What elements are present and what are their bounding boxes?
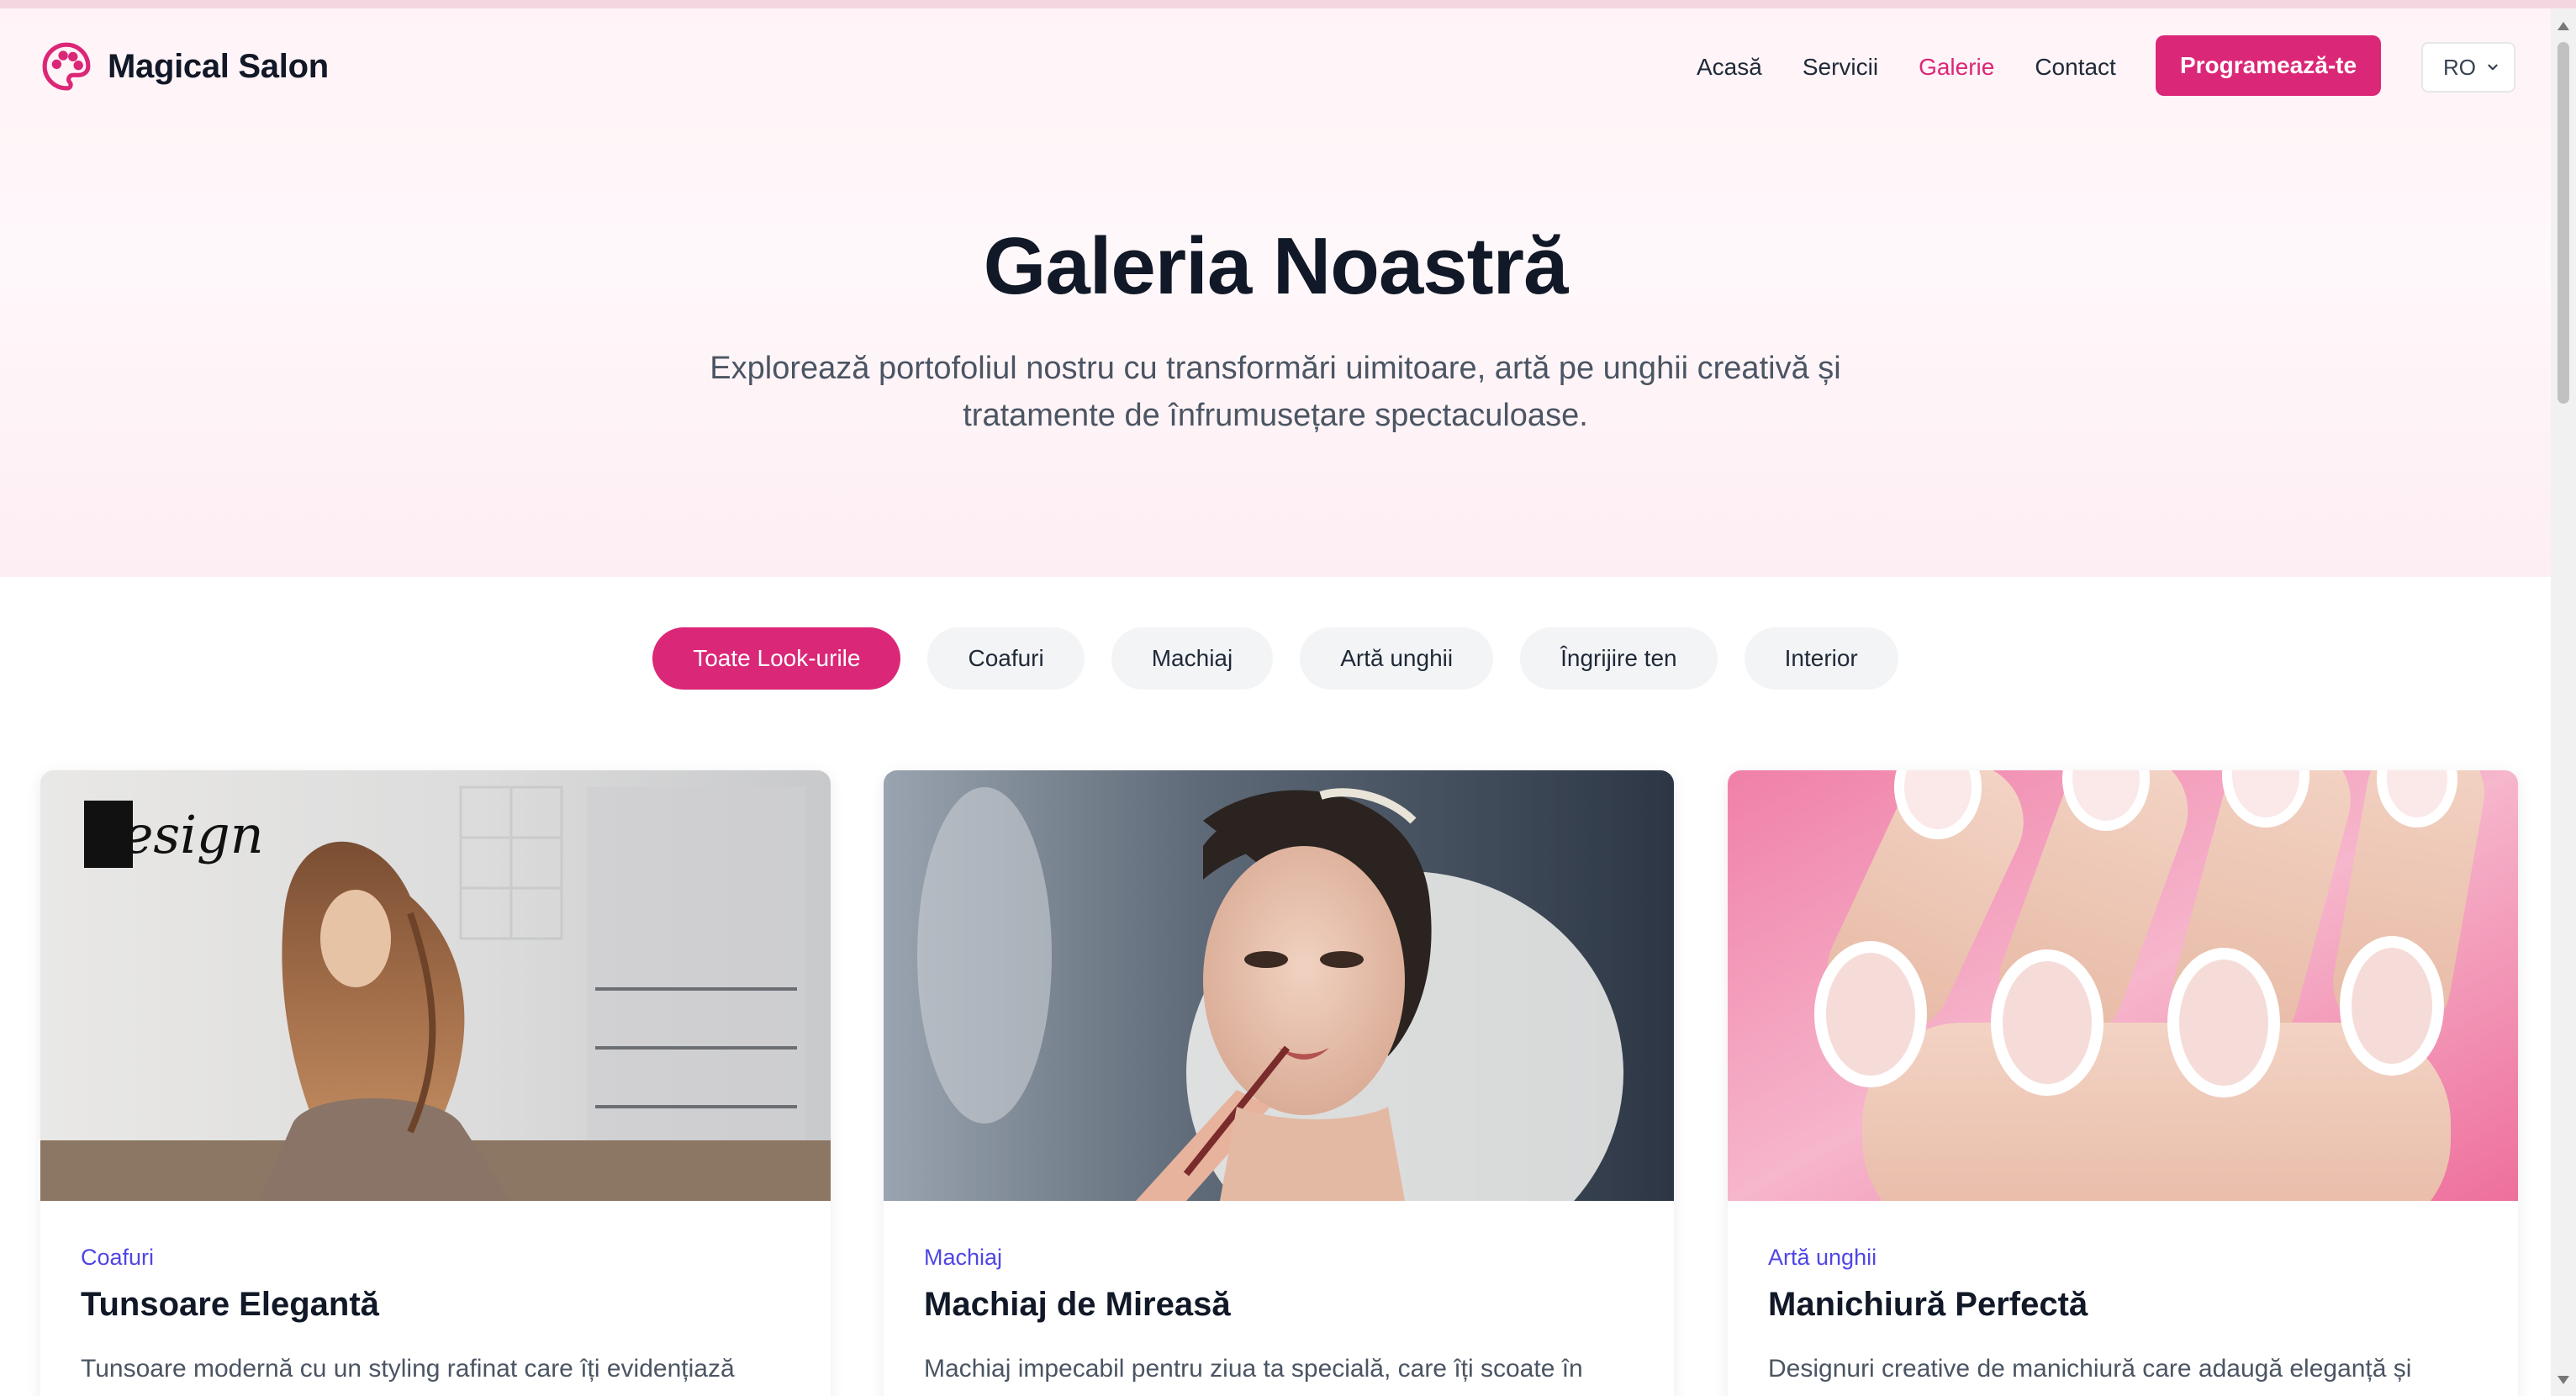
card-category: Artă unghii — [1768, 1245, 1877, 1270]
salon-logo-text: design — [89, 804, 264, 865]
card-image-hairstyle: design — [40, 770, 831, 1201]
language-value: RO — [2443, 54, 2476, 80]
card-image-nail-art — [1728, 770, 2518, 1201]
nav-link-gallery[interactable]: Galerie — [1919, 49, 1994, 86]
palette-icon — [42, 42, 91, 91]
brand-name: Magical Salon — [108, 47, 329, 85]
brand-logo[interactable]: Magical Salon — [40, 40, 329, 93]
card-description: Designuri creative de manichiură care ad… — [1768, 1355, 2412, 1383]
hairstyle-photo: design — [40, 770, 831, 1201]
card-title: Manichiură Perfectă — [1768, 1286, 2088, 1323]
card-category: Coafuri — [81, 1245, 155, 1270]
nail-art-photo — [1728, 770, 2518, 1201]
gallery-card-makeup[interactable]: Machiaj Machiaj de Mireasă Machiaj impec… — [884, 770, 1674, 1396]
card-body: Coafuri Tunsoare Elegantă Tunsoare moder… — [40, 1201, 831, 1396]
top-strip — [0, 0, 2576, 8]
main-nav: Acasă Servicii Galerie Contact — [1697, 49, 2156, 86]
nav-link-home[interactable]: Acasă — [1697, 49, 1762, 86]
site-header: Magical Salon Acasă Servicii Galerie Con… — [0, 8, 2551, 126]
nav-link-contact[interactable]: Contact — [2035, 49, 2116, 86]
gallery-card-hairstyle[interactable]: design Coafuri Tunsoare Elegantă Tunsoar… — [40, 770, 831, 1396]
filter-interior[interactable]: Interior — [1744, 627, 1898, 690]
card-image-makeup — [884, 770, 1674, 1201]
scroll-down-icon[interactable] — [2558, 1376, 2569, 1384]
filter-skincare[interactable]: Îngrijire ten — [1520, 627, 1718, 690]
gallery-filters: Toate Look-urile Coafuri Machiaj Artă un… — [0, 627, 2551, 690]
card-title: Machiaj de Mireasă — [924, 1286, 1231, 1323]
page-subtitle-line1: Explorează portofoliul nostru cu transfo… — [710, 351, 1841, 386]
gallery-card-nail-art[interactable]: Artă unghii Manichiură Perfectă Designur… — [1728, 770, 2518, 1396]
language-select[interactable]: RO — [2421, 42, 2515, 93]
card-body: Machiaj Machiaj de Mireasă Machiaj impec… — [884, 1201, 1674, 1396]
makeup-photo — [884, 770, 1674, 1201]
card-category: Machiaj — [924, 1245, 1003, 1270]
scrollbar-thumb[interactable] — [2558, 42, 2569, 404]
page-title: Galeria Noastră — [983, 221, 1569, 311]
nav-link-services[interactable]: Servicii — [1803, 49, 1878, 86]
filter-all-looks[interactable]: Toate Look-urile — [652, 627, 901, 690]
card-description: Tunsoare modernă cu un styling rafinat c… — [81, 1355, 735, 1383]
page-subtitle: Explorează portofoliul nostru cu transfo… — [645, 345, 1906, 439]
page-scrollbar[interactable] — [2551, 8, 2576, 1396]
scroll-up-icon[interactable] — [2558, 22, 2569, 30]
card-description: Machiaj impecabil pentru ziua ta special… — [924, 1355, 1583, 1383]
chevron-down-icon — [2488, 64, 2498, 71]
page-subtitle-line2: tratamente de înfrumusețare spectaculoas… — [963, 398, 1588, 433]
filter-nail-art[interactable]: Artă unghii — [1300, 627, 1494, 690]
filter-makeup[interactable]: Machiaj — [1111, 627, 1274, 690]
card-body: Artă unghii Manichiură Perfectă Designur… — [1728, 1201, 2518, 1396]
card-title: Tunsoare Elegantă — [81, 1286, 379, 1323]
book-appointment-button[interactable]: Programează-te — [2156, 35, 2381, 96]
filter-hairstyles[interactable]: Coafuri — [927, 627, 1085, 690]
